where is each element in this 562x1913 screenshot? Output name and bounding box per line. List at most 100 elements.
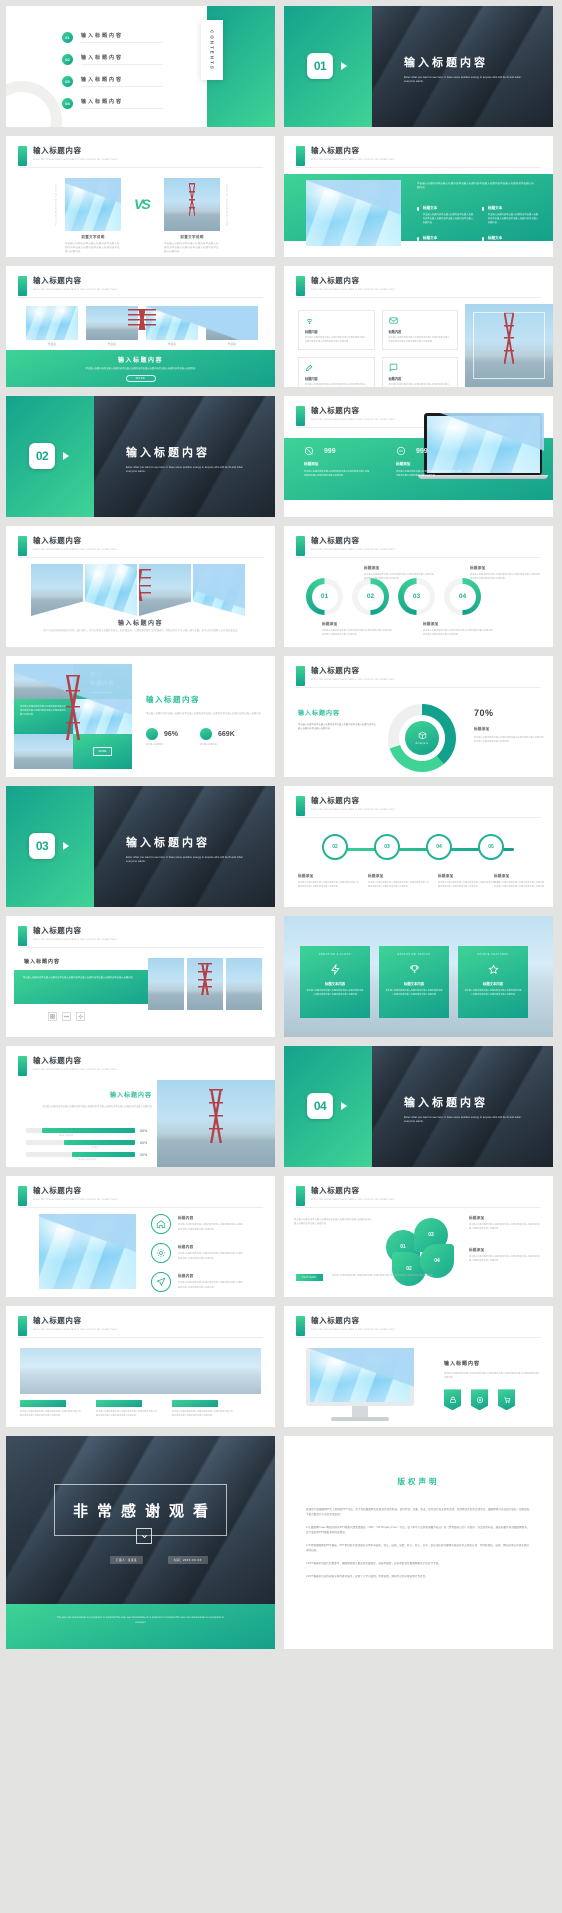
icon-cell[interactable]: 标题内容 单击输入标题内容单击输入标题内容单击输入标题内容单击输入标题内容单击输… <box>298 310 375 351</box>
stat-label: 标题添加 <box>396 462 411 466</box>
angled-photo[interactable] <box>139 564 191 616</box>
mosaic-stats-slide[interactable]: 输入标题内容 单击输入标题内容单击输入标题内容单击输入标题内容单击输入标题内容单… <box>6 656 275 777</box>
progress-bar-value: 65% <box>140 1140 148 1145</box>
chain-node[interactable]: 04 <box>426 834 452 860</box>
contents-slide[interactable]: 01 输入标题内容 02 输入标题内容 03 输入标题内容 04 输入标题内容 … <box>6 6 275 127</box>
four-thumbnails-slide[interactable]: 输入标题内容 enter the presentation and make i… <box>6 266 275 387</box>
contents-item[interactable]: 02 输入标题内容 <box>62 54 163 65</box>
semicircle-item[interactable]: 04 <box>444 578 481 615</box>
slide-row-4: 02 输入标题内容 Enter what you want to see her… <box>0 396 562 517</box>
copyright-statement-slide[interactable]: 版权声明 感谢您下载摄图网平台上提供的PPT作品，为了您和摄图网以及原创作者的利… <box>284 1436 553 1649</box>
feature-card[interactable]: UNIQUE FEATURES 标题文本内容 单击输入标题内容单击输入标题内容单… <box>458 946 528 1018</box>
donut-percent: 70% <box>474 708 494 718</box>
icon-row[interactable]: 标题内容 单击输入标题内容单击输入标题内容单击输入标题内容单击输入标题内容单击输… <box>151 1272 244 1292</box>
feature-card-en: EXCLUSIVE DESIGN <box>397 953 431 956</box>
progress-bar-row: 单击输入 65% <box>26 1140 154 1149</box>
semicircle-progress-slide[interactable]: 输入标题内容 enter the presentation and make i… <box>284 526 553 647</box>
feature-card-label: 标题文本内容 <box>403 982 425 986</box>
banner-more-button[interactable]: MORE <box>125 375 156 383</box>
arrows-icon[interactable] <box>62 1012 71 1021</box>
gear-icon <box>156 1248 166 1258</box>
image-with-four-points-slide[interactable]: 输入标题内容 enter the presentation and make i… <box>284 136 553 257</box>
flower-caption: 标题添加 单击输入标题内容单击输入标题内容单击输入标题内容单击输入标题内容单击输… <box>469 1248 541 1263</box>
icon-cell[interactable]: 标题内容 单击输入标题内容单击输入标题内容单击输入标题内容单击输入标题内容单击输… <box>381 357 458 387</box>
copyright-paragraph: 4.PPT模板中包含的创意字体为参考展示，仅供个人学习使用，不得商用，网站不对您… <box>306 1575 428 1578</box>
angled-photo[interactable] <box>193 564 245 616</box>
skyline-card[interactable]: 单击输入标题内容单击输入标题内容单击输入标题内容单击输入标题内容单击输入标题内容… <box>96 1400 158 1418</box>
feature-card[interactable]: CREATIVE & CLEAN 标题文本内容 单击输入标题内容单击输入标题内容… <box>300 946 370 1018</box>
semicircle-item[interactable]: 03 <box>398 578 435 615</box>
flower-petal[interactable]: 04 <box>420 1244 454 1278</box>
contents-item-number: 01 <box>62 32 73 43</box>
date-button[interactable]: 时间：20XX.XX.XX <box>167 1556 208 1564</box>
presenter-button[interactable]: 汇报人：某某某 <box>110 1556 143 1564</box>
chain-node[interactable]: 05 <box>478 834 504 860</box>
contents-item[interactable]: 01 输入标题内容 <box>62 32 163 43</box>
three-feature-cards-slide[interactable]: CREATIVE & CLEAN 标题文本内容 单击输入标题内容单击输入标题内容… <box>284 916 553 1037</box>
section-divider-01[interactable]: 01 输入标题内容 Enter what you want to see her… <box>284 6 553 127</box>
semicircle-desc: 单击输入标题内容单击输入标题内容单击输入标题内容单击输入标题内容单击输入标题内容… <box>364 574 434 581</box>
angled-photo-strip-slide[interactable]: 输入标题内容 enter the presentation and make i… <box>6 526 275 647</box>
comparison-vs-slide[interactable]: 输入标题内容 enter the presentation and make i… <box>6 136 275 257</box>
play-triangle-icon <box>341 1102 347 1110</box>
contents-item[interactable]: 03 输入标题内容 <box>62 76 163 87</box>
contents-item-number: 02 <box>62 54 73 65</box>
section-title: 输入标题内容 <box>404 57 488 69</box>
donut-right: 70% 标题添加 单击输入标题内容单击输入标题内容单击输入标题内容单击输入标题内… <box>474 708 544 744</box>
flower-tag: PARTERN <box>296 1274 323 1281</box>
progress-bars-slide[interactable]: 输入标题内容 enter the presentation and make i… <box>6 1046 275 1167</box>
donut-chart-slide[interactable]: 输入标题内容 enter the presentation and make i… <box>284 656 553 777</box>
icon-cell-label: 标题内容 <box>305 330 318 334</box>
laptop-stats: 999 标题添加 单击输入标题内容单击输入标题内容单击输入标题内容单击输入标题内… <box>304 446 462 478</box>
icon-row[interactable]: 标题内容 单击输入标题内容单击输入标题内容单击输入标题内容单击输入标题内容单击输… <box>151 1214 244 1234</box>
header-divider <box>296 1207 541 1208</box>
feature-card[interactable]: EXCLUSIVE DESIGN 标题文本内容 单击输入标题内容单击输入标题内容… <box>379 946 449 1018</box>
slide-title: 输入标题内容 <box>311 1186 360 1195</box>
linked-circles-slide[interactable]: 输入标题内容 enter the presentation and make i… <box>284 786 553 907</box>
vs-left-side-text: Enter the presentation title <box>54 184 57 226</box>
grid-icon[interactable] <box>48 1012 57 1021</box>
vs-right-photo <box>164 178 220 231</box>
text-with-photo-strip-slide[interactable]: 输入标题内容 enter the presentation and make i… <box>6 916 275 1037</box>
contents-item-label: 输入标题内容 <box>81 54 163 65</box>
skyline-cards-slide[interactable]: 输入标题内容 enter the presentation and make i… <box>6 1306 275 1427</box>
flower-diagram-slide[interactable]: 输入标题内容 enter the presentation and make i… <box>284 1176 553 1297</box>
laptop-mockup-slide[interactable]: 输入标题内容 enter the presentation and make i… <box>284 396 553 517</box>
angled-photo[interactable] <box>85 564 137 616</box>
bottom-banner: 输入标题内容 单击输入标题内容单击输入标题内容单击输入标题内容单击输入标题内容单… <box>6 350 275 387</box>
lock-badge[interactable] <box>444 1389 461 1411</box>
bullet-dot-icon <box>482 207 484 211</box>
coin-badge[interactable] <box>471 1389 488 1411</box>
cart-icon <box>503 1397 510 1403</box>
chain-node[interactable]: 02 <box>322 834 348 860</box>
slide-title: 输入标题内容 <box>311 146 360 155</box>
chain-node[interactable]: 03 <box>374 834 400 860</box>
icon-row[interactable]: 标题内容 单击输入标题内容单击输入标题内容单击输入标题内容单击输入标题内容单击输… <box>151 1243 244 1263</box>
contents-side-tab: CONTENTS <box>201 20 223 80</box>
monitor-mockup-slide[interactable]: 输入标题内容 enter the presentation and make i… <box>284 1306 553 1427</box>
section-divider-02[interactable]: 02 输入标题内容 Enter what you want to see her… <box>6 396 275 517</box>
icon-cell[interactable]: 标题内容 单击输入标题内容单击输入标题内容单击输入标题内容单击输入标题内容单击输… <box>298 357 375 387</box>
thank-you-slide[interactable]: 非常感谢观看 汇报人：某某某 时间：20XX.XX.XX The user ca… <box>6 1436 275 1649</box>
slide-header: 输入标题内容 enter the presentation and make i… <box>18 146 117 166</box>
strip-photo[interactable] <box>226 958 262 1010</box>
icon-cell[interactable]: 标题内容 单击输入标题内容单击输入标题内容单击输入标题内容单击输入标题内容单击输… <box>381 310 458 351</box>
slide-row-9: 输入标题内容 enter the presentation and make i… <box>0 1046 562 1167</box>
icon-grid-slide[interactable]: 输入标题内容 enter the presentation and make i… <box>284 266 553 387</box>
chevron-down-icon[interactable] <box>136 1528 152 1544</box>
trophy-icon <box>409 965 419 973</box>
strip-photo[interactable] <box>148 958 184 1010</box>
skyline-card[interactable]: 单击输入标题内容单击输入标题内容单击输入标题内容单击输入标题内容单击输入标题内容… <box>172 1400 234 1418</box>
section-divider-03[interactable]: 03 输入标题内容 Enter what you want to see her… <box>6 786 275 907</box>
photo-with-icon-list-slide[interactable]: 输入标题内容 enter the presentation and make i… <box>6 1176 275 1297</box>
secondary-title: 输入标题内容 <box>24 959 61 965</box>
skyline-card[interactable]: 单击输入标题内容单击输入标题内容单击输入标题内容单击输入标题内容单击输入标题内容… <box>20 1400 82 1418</box>
angled-photo[interactable] <box>31 564 83 616</box>
semicircle-item[interactable]: 01 <box>306 578 343 615</box>
section-divider-04[interactable]: 04 输入标题内容 Enter what you want to see her… <box>284 1046 553 1167</box>
contents-item[interactable]: 04 输入标题内容 <box>62 98 163 109</box>
semicircle-item[interactable]: 02 <box>352 578 389 615</box>
slide-title: 输入标题内容 <box>33 1316 82 1325</box>
cart-badge[interactable] <box>498 1389 515 1411</box>
gear-icon[interactable] <box>76 1012 85 1021</box>
